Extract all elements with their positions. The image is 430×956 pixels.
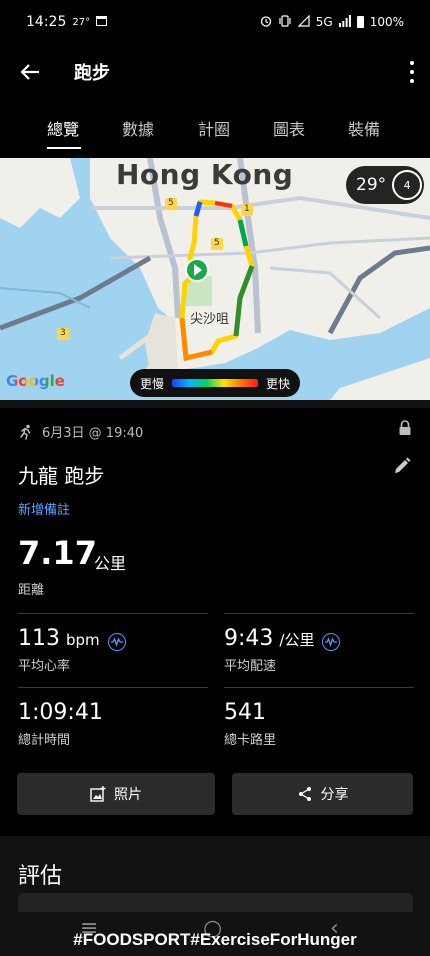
- total-time-label: 總計時間: [18, 733, 71, 748]
- speed-gradient-bar: [172, 379, 258, 387]
- status-bar: 14:25 27° 5G 100%: [0, 0, 430, 44]
- road-label: 5: [168, 198, 174, 208]
- total-time-value: 1:09:41: [18, 700, 103, 725]
- watermark-text: #FOODSPORT#ExerciseForHunger: [73, 930, 357, 949]
- alarm-icon: [260, 15, 272, 30]
- share-icon: [298, 787, 311, 801]
- battery-icon: [356, 16, 364, 28]
- tab-charts[interactable]: 圖表: [273, 116, 305, 140]
- metric-calories: 541 總卡路里: [224, 687, 414, 748]
- weather-badge[interactable]: 29° 4: [346, 166, 424, 204]
- share-button[interactable]: 分享: [232, 773, 413, 815]
- speed-legend: 更慢 更快: [130, 369, 300, 397]
- assessment-title: 評估: [18, 864, 63, 889]
- activity-meta: 6月3日 @ 19:40: [18, 422, 143, 441]
- distance-value: 7.17: [18, 534, 97, 572]
- tab-data[interactable]: 數據: [122, 116, 154, 140]
- map-district-label: 尖沙咀: [190, 312, 230, 327]
- pencil-icon[interactable]: [392, 456, 412, 476]
- legend-slow-label: 更慢: [140, 376, 165, 391]
- more-options-button[interactable]: [406, 58, 418, 86]
- map-city-label: Hong Kong: [116, 158, 294, 191]
- distance-unit: 公里: [94, 554, 127, 573]
- status-time: 14:25: [26, 14, 67, 30]
- lock-icon[interactable]: [398, 420, 412, 436]
- tab-bar: 總覽 數據 計圈 圖表 裝備: [0, 106, 430, 156]
- road-label: 3: [60, 328, 66, 338]
- pace-unit: /公里: [279, 631, 315, 649]
- vibrate-icon: [278, 14, 292, 30]
- metric-heart-rate: 113 bpm 平均心率: [18, 613, 208, 674]
- metric-pace: 9:43 /公里 平均配速: [224, 613, 414, 674]
- pace-chart-icon[interactable]: [322, 633, 341, 651]
- tab-gear[interactable]: 裝備: [348, 116, 380, 140]
- pace-label: 平均配速: [224, 659, 277, 674]
- calories-label: 總卡路里: [224, 733, 277, 748]
- photo-button-label: 照片: [114, 787, 142, 803]
- share-button-label: 分享: [320, 787, 349, 803]
- metric-total-time: 1:09:41 總計時間: [18, 687, 208, 748]
- wifi-call-icon: [297, 14, 310, 30]
- tab-indicator: [47, 147, 81, 149]
- google-logo: Google: [6, 372, 65, 390]
- activity-date: 6月3日 @ 19:40: [42, 426, 144, 441]
- add-note-link[interactable]: 新增備註: [18, 499, 70, 518]
- status-temperature: 27°: [72, 16, 91, 28]
- road-label: 5: [214, 238, 220, 248]
- legend-fast-label: 更快: [265, 376, 290, 391]
- page-title: 跑步: [74, 63, 110, 84]
- heart-rate-label: 平均心率: [18, 659, 71, 674]
- tab-laps[interactable]: 計圈: [198, 116, 230, 140]
- road-label: 1: [244, 204, 250, 214]
- route-map[interactable]: 5 1 5 3 Hong Kong 尖沙咀 Google 29° 4 更慢 更快: [0, 158, 430, 400]
- heart-rate-value: 113: [18, 626, 60, 651]
- distance-label: 距離: [18, 583, 45, 598]
- clock-icon: 4: [392, 170, 423, 200]
- pace-value: 9:43: [224, 626, 274, 651]
- calories-value: 541: [224, 700, 266, 725]
- running-icon: [20, 424, 31, 440]
- activity-title: 九龍 跑步: [18, 464, 105, 488]
- divider: [0, 400, 430, 408]
- add-photo-icon: [90, 786, 106, 802]
- back-button[interactable]: [2, 44, 58, 100]
- network-type: 5G: [315, 15, 333, 29]
- photo-button[interactable]: 照片: [17, 773, 215, 815]
- signal-icon: [338, 14, 351, 30]
- weather-temperature: 29°: [356, 175, 387, 195]
- app-bar: 跑步: [0, 44, 430, 100]
- arrow-left-icon: [20, 64, 39, 80]
- calendar-icon: [96, 14, 108, 30]
- heart-rate-chart-icon[interactable]: [107, 633, 126, 651]
- tab-overview[interactable]: 總覽: [47, 116, 79, 140]
- heart-rate-unit: bpm: [66, 631, 100, 649]
- battery-percent: 100%: [369, 15, 404, 29]
